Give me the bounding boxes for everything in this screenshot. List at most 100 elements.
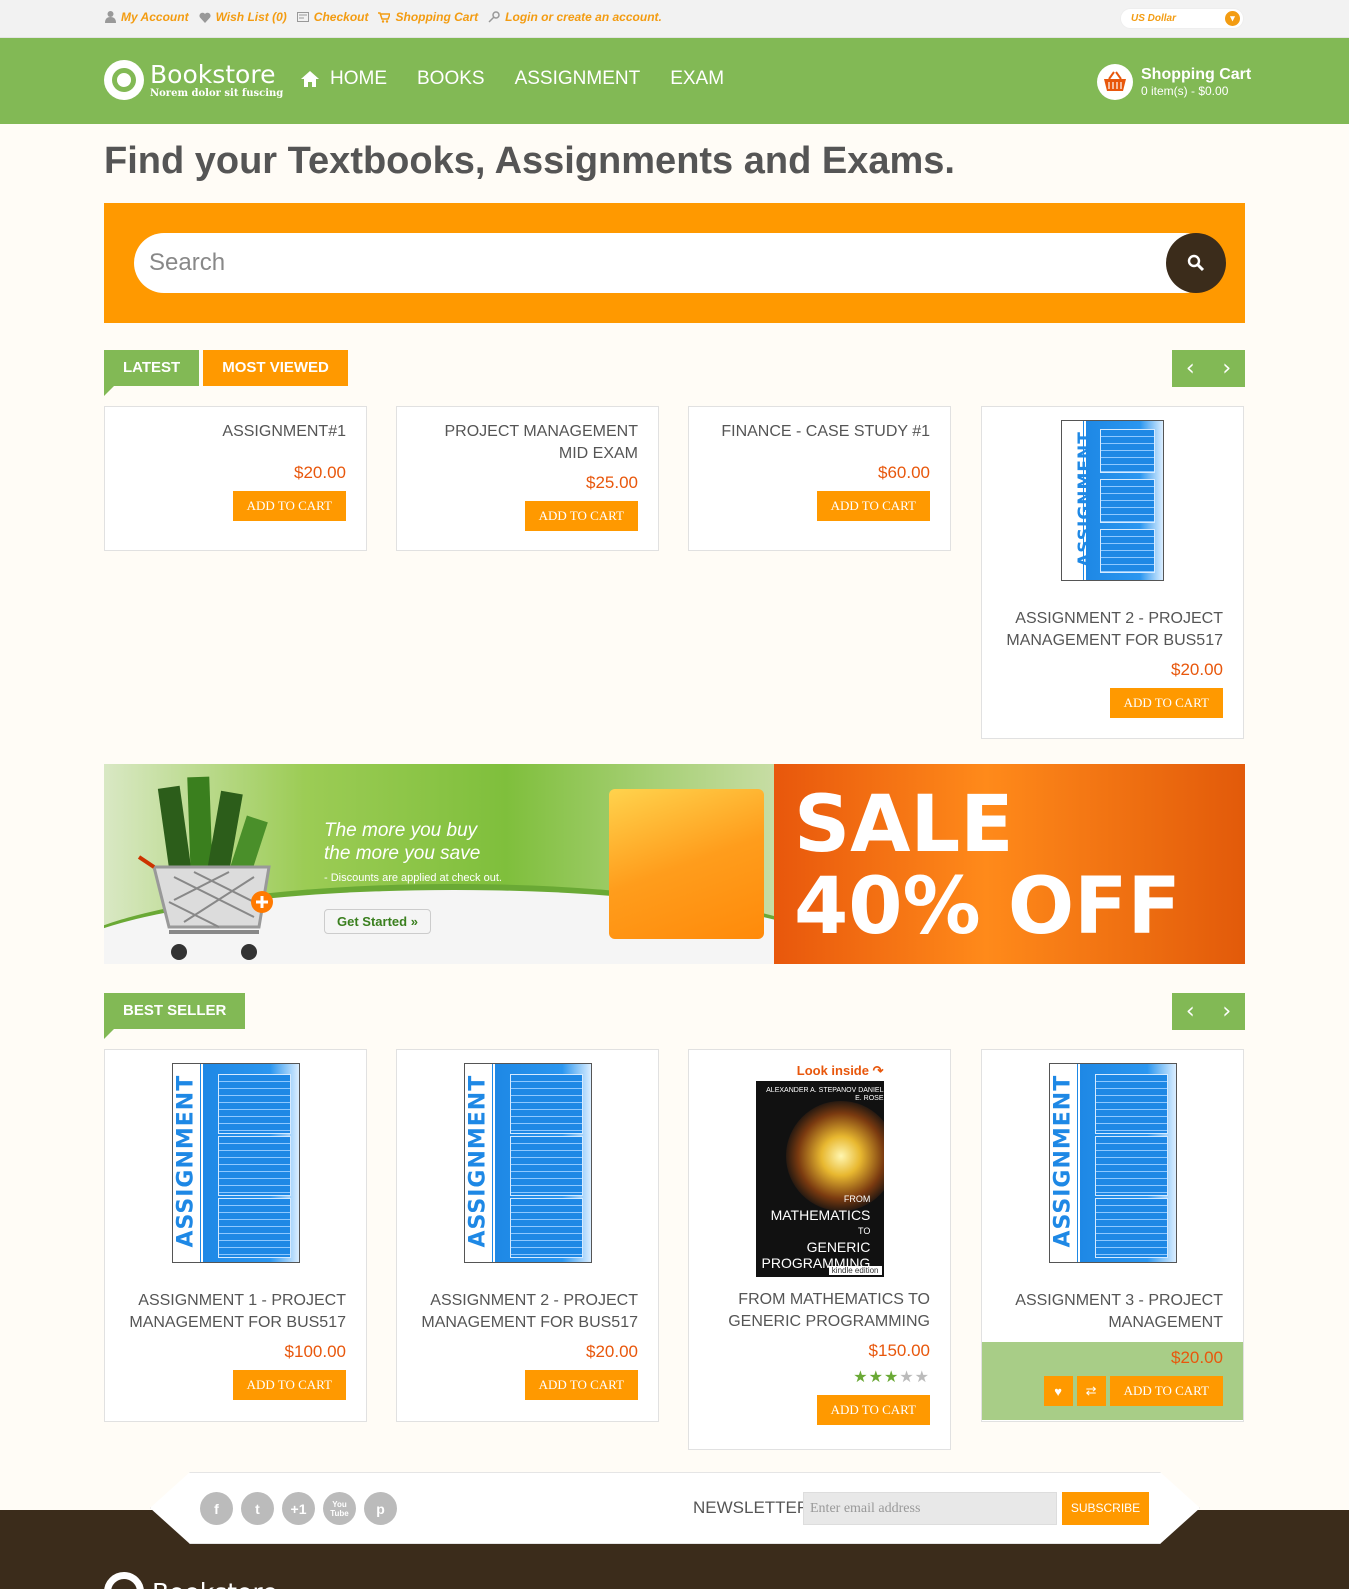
- product-card[interactable]: ASSIGNMENT#1 $20.00 ADD TO CART: [104, 406, 367, 551]
- shopping-cart-link[interactable]: Shopping Cart: [378, 10, 478, 24]
- home-icon: [300, 70, 320, 88]
- latest-carousel-controls: ‹ ›: [1172, 350, 1245, 387]
- banner-discount-note: - Discounts are applied at check out.: [324, 872, 502, 884]
- twitter-icon[interactable]: t: [241, 1492, 274, 1525]
- banner-sale: SALE 40% OFF: [774, 764, 1245, 964]
- add-to-cart-button[interactable]: ADD TO CART: [816, 1395, 930, 1425]
- brand-name: Bookstore: [150, 59, 276, 89]
- card-hover-panel: $20.00 ♥ ⇄ ADD TO CART: [982, 1342, 1243, 1420]
- product-image[interactable]: ASSIGNMENT: [125, 1063, 346, 1263]
- add-to-cart-button[interactable]: ADD TO CART: [816, 491, 930, 521]
- next-arrow-icon[interactable]: ›: [1209, 350, 1246, 387]
- add-to-cart-button[interactable]: ADD TO CART: [524, 501, 638, 531]
- add-to-cart-button[interactable]: ADD TO CART: [1109, 688, 1223, 718]
- prev-arrow-icon[interactable]: ‹: [1172, 350, 1209, 387]
- product-price: $100.00: [284, 1342, 346, 1361]
- product-card[interactable]: ASSIGNMENT ASSIGNMENT 2 - PROJECT MANAGE…: [396, 1049, 659, 1422]
- nav-exam[interactable]: EXAM: [670, 68, 724, 90]
- header-cart[interactable]: Shopping Cart 0 item(s) - $0.00: [1097, 64, 1251, 100]
- search-panel: [104, 203, 1245, 323]
- notebook-cover-image: ASSIGNMENT: [171, 1063, 300, 1263]
- add-to-cart-button[interactable]: ADD TO CART: [232, 491, 346, 521]
- nav-books[interactable]: BOOKS: [417, 68, 485, 90]
- tab-most-viewed[interactable]: MOST VIEWED: [203, 350, 348, 386]
- product-price: $60.00: [878, 463, 930, 482]
- add-to-cart-button[interactable]: ADD TO CART: [232, 1370, 346, 1400]
- newsletter-email-input[interactable]: [803, 1492, 1057, 1525]
- pinterest-icon[interactable]: p: [364, 1492, 397, 1525]
- social-links: f t +1 You Tube p: [200, 1492, 397, 1525]
- product-tabs: LATEST MOST VIEWED: [104, 350, 348, 386]
- tab-best-seller[interactable]: BEST SELLER: [104, 993, 246, 1029]
- next-arrow-icon[interactable]: ›: [1209, 993, 1246, 1030]
- logo-mark-icon: [104, 60, 144, 100]
- checkout-link[interactable]: Checkout: [296, 10, 368, 24]
- product-price: $20.00: [586, 1342, 638, 1361]
- product-card[interactable]: FINANCE - CASE STUDY #1 $60.00 ADD TO CA…: [688, 406, 951, 551]
- add-to-cart-button[interactable]: ADD TO CART: [524, 1370, 638, 1400]
- nav-home[interactable]: HOME: [300, 68, 387, 90]
- wish-list-link[interactable]: Wish List (0): [199, 10, 287, 24]
- my-account-link[interactable]: My Account: [104, 10, 189, 24]
- product-title: FINANCE - CASE STUDY #1: [721, 423, 930, 440]
- logo-mark-icon: [104, 1572, 144, 1589]
- best-seller-header: BEST SELLER: [104, 993, 246, 1029]
- product-price: $20.00: [294, 463, 346, 482]
- notebook-cover-image: ASSIGNMENT: [1048, 1063, 1177, 1263]
- add-to-cart-button[interactable]: ADD TO CART: [1109, 1376, 1223, 1406]
- login-link[interactable]: Login or create an account.: [488, 10, 662, 24]
- shopping-cart-illustration-icon: [137, 776, 273, 960]
- currency-select[interactable]: US Dollar ▾: [1120, 8, 1244, 29]
- nav-assignment[interactable]: ASSIGNMENT: [515, 68, 641, 90]
- product-title: ASSIGNMENT 2 - PROJECT MANAGEMENT FOR BU…: [421, 1292, 638, 1331]
- chevron-down-icon: ▾: [1225, 11, 1240, 26]
- product-title: ASSIGNMENT 3 - PROJECT MANAGEMENT: [1015, 1292, 1223, 1331]
- sale-text: SALE 40% OFF: [794, 780, 1181, 952]
- product-price: $20.00: [1171, 1348, 1223, 1367]
- user-icon: [104, 11, 116, 23]
- product-image[interactable]: Look inside ↷ ALEXANDER A. STEPANOV DANI…: [709, 1063, 930, 1277]
- account-links: My Account Wish List (0) Checkout Shoppi…: [104, 10, 662, 24]
- product-card[interactable]: ASSIGNMENT ASSIGNMENT 3 - PROJECT MANAGE…: [981, 1049, 1244, 1422]
- facebook-icon[interactable]: f: [200, 1492, 233, 1525]
- product-title: ASSIGNMENT 1 - PROJECT MANAGEMENT FOR BU…: [129, 1292, 346, 1331]
- main-nav: HOME BOOKS ASSIGNMENT EXAM: [300, 68, 724, 90]
- google-plus-icon[interactable]: +1: [282, 1492, 315, 1525]
- main-header: Bookstore Norem dolor sit fuscing HOME B…: [0, 38, 1349, 124]
- heart-icon: [199, 11, 211, 23]
- product-image[interactable]: ASSIGNMENT: [1002, 1063, 1223, 1263]
- product-card[interactable]: PROJECT MANAGEMENT MID EXAM $25.00 ADD T…: [396, 406, 659, 551]
- tab-latest[interactable]: LATEST: [104, 350, 200, 386]
- product-price: $20.00: [1171, 660, 1223, 679]
- cart-icon: [378, 11, 391, 23]
- orange-box-graphic: [609, 789, 764, 939]
- notebook-cover-image: ASSIGNMENT: [463, 1063, 592, 1263]
- product-card[interactable]: Look inside ↷ ALEXANDER A. STEPANOV DANI…: [688, 1049, 951, 1450]
- get-started-button[interactable]: Get Started »: [324, 909, 431, 934]
- top-bar: My Account Wish List (0) Checkout Shoppi…: [0, 0, 1349, 38]
- subscribe-button[interactable]: SUBSCRIBE: [1062, 1492, 1149, 1525]
- prev-arrow-icon[interactable]: ‹: [1172, 993, 1209, 1030]
- product-price: $25.00: [586, 473, 638, 492]
- search-icon: [1187, 254, 1205, 272]
- promo-banner[interactable]: The more you buy the more you save - Dis…: [104, 764, 1245, 964]
- footer-logo[interactable]: Bookstore: [104, 1572, 277, 1589]
- search-input[interactable]: [134, 233, 1214, 293]
- wishlist-heart-icon[interactable]: ♥: [1043, 1376, 1073, 1406]
- product-image[interactable]: ASSIGNMENT: [417, 1063, 638, 1263]
- product-price: $150.00: [868, 1341, 930, 1360]
- product-title: ASSIGNMENT#1: [222, 423, 346, 440]
- youtube-icon[interactable]: You Tube: [323, 1492, 356, 1525]
- product-card[interactable]: ASSIGNMENT ASSIGNMENT 1 - PROJECT MANAGE…: [104, 1049, 367, 1422]
- search-button[interactable]: [1166, 233, 1226, 293]
- compare-icon[interactable]: ⇄: [1076, 1376, 1106, 1406]
- product-image[interactable]: ASSIGNMENT: [1002, 420, 1223, 581]
- brand-tagline: Norem dolor sit fuscing: [150, 87, 284, 99]
- cart-title: Shopping Cart: [1141, 66, 1252, 83]
- logo[interactable]: Bookstore Norem dolor sit fuscing: [104, 60, 283, 100]
- banner-slogan: The more you buy the more you save: [324, 820, 481, 864]
- best-seller-carousel-controls: ‹ ›: [1172, 993, 1245, 1030]
- cart-summary: 0 item(s) - $0.00: [1141, 84, 1229, 98]
- product-card[interactable]: ASSIGNMENT ASSIGNMENT 2 - PROJECT MANAGE…: [981, 406, 1244, 739]
- product-title: FROM MATHEMATICS TO GENERIC PROGRAMMING: [728, 1291, 930, 1330]
